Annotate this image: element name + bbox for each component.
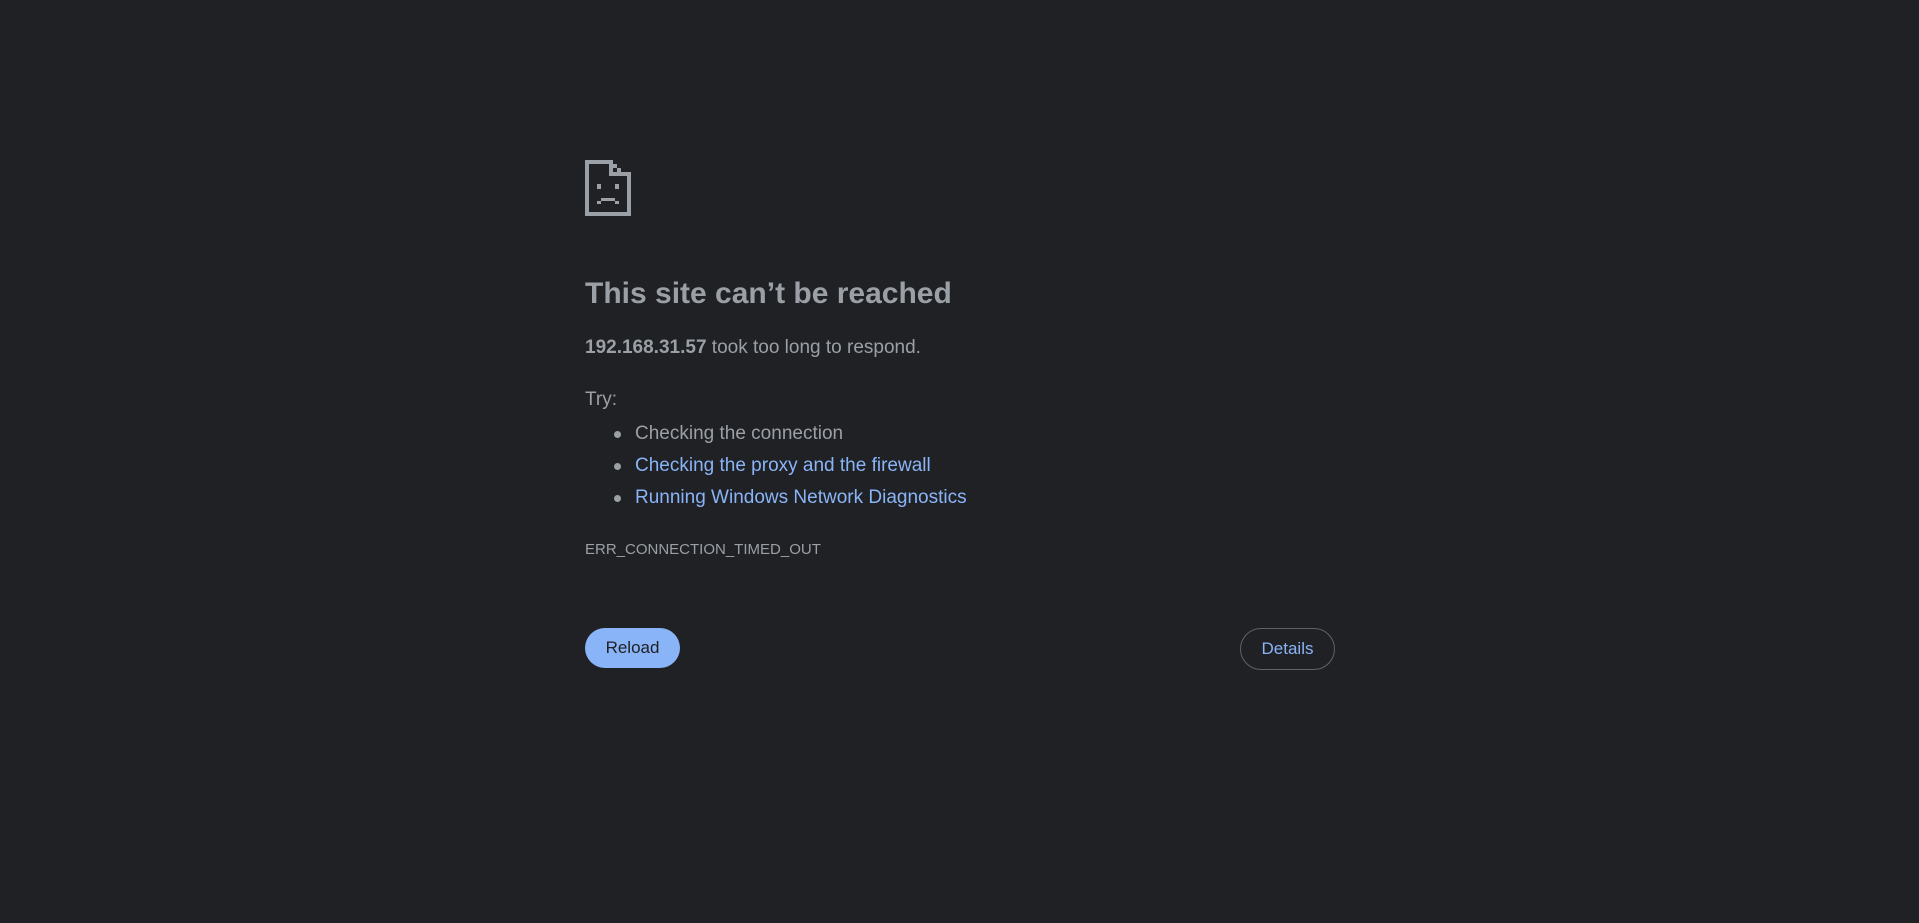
- error-page: This site can’t be reached 192.168.31.57…: [0, 0, 1919, 923]
- suggestion-network-diagnostics-link[interactable]: Running Windows Network Diagnostics: [635, 487, 967, 508]
- host-address: 192.168.31.57: [585, 337, 707, 358]
- bullet: [614, 431, 621, 438]
- sad-document-icon: [585, 160, 631, 216]
- bullet: [614, 495, 621, 502]
- error-code: ERR_CONNECTION_TIMED_OUT: [585, 541, 821, 558]
- suggestions-list: Checking the connection Checking the pro…: [585, 418, 1335, 514]
- suggestion-proxy-firewall-link[interactable]: Checking the proxy and the firewall: [635, 455, 931, 476]
- reload-button[interactable]: Reload: [585, 628, 680, 668]
- error-summary: 192.168.31.57 took too long to respond.: [585, 336, 1335, 360]
- try-label: Try:: [585, 389, 618, 410]
- page-title: This site can’t be reached: [585, 277, 952, 310]
- suggestion-check-connection: Checking the connection: [635, 423, 844, 444]
- list-item: Running Windows Network Diagnostics: [614, 482, 1335, 514]
- list-item: Checking the proxy and the firewall: [614, 450, 1335, 482]
- list-item: Checking the connection: [614, 418, 1335, 450]
- error-content: This site can’t be reached 192.168.31.57…: [585, 160, 1335, 559]
- summary-text: took too long to respond.: [706, 337, 921, 358]
- bullet: [614, 463, 621, 470]
- button-row: Reload Details: [585, 628, 1335, 670]
- details-button[interactable]: Details: [1240, 628, 1335, 670]
